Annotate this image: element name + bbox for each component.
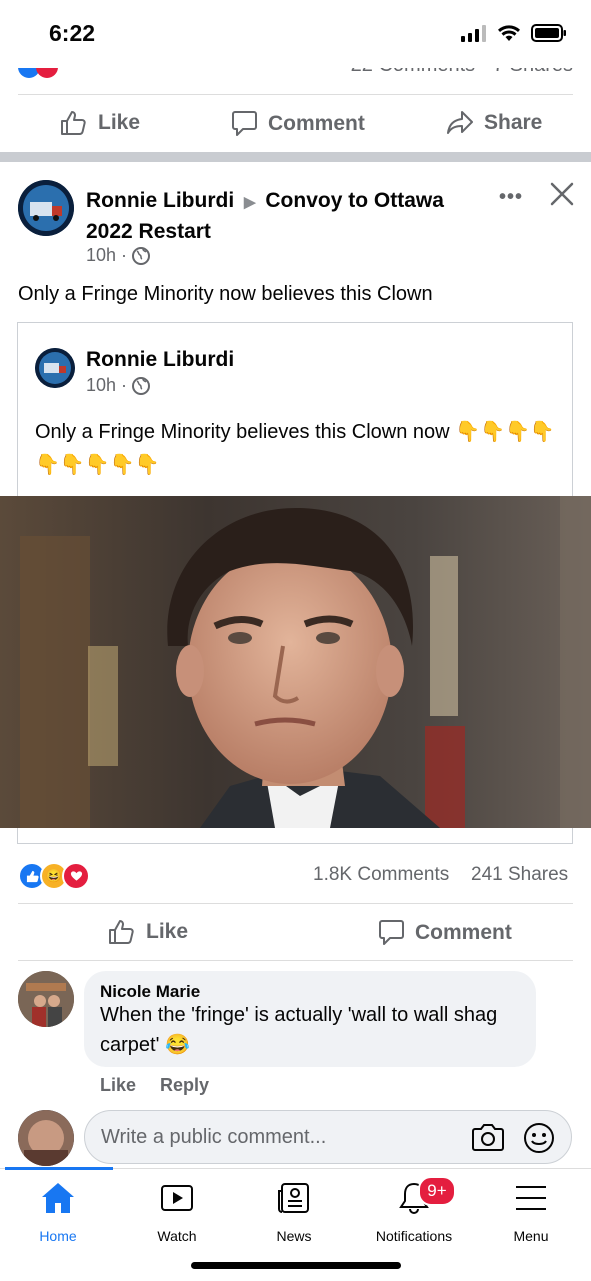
author-avatar[interactable] [18, 180, 74, 236]
share-icon [447, 111, 473, 134]
like-button[interactable]: Like [60, 110, 140, 136]
comment-text: When the 'fringe' is actually 'wall to w… [100, 1004, 498, 1056]
user-avatar[interactable] [18, 1110, 74, 1166]
nav-home[interactable]: Home [30, 1181, 86, 1244]
nav-news[interactable]: News [266, 1181, 322, 1244]
globe-icon [132, 246, 151, 265]
status-time: 6:22 [49, 20, 96, 46]
news-icon [278, 1183, 309, 1213]
share-label: Share [484, 111, 543, 134]
home-icon [42, 1183, 74, 1213]
previous-post-stats: 22 Comments · 7 Shares [0, 68, 591, 92]
post-separator [0, 152, 591, 162]
camera-icon[interactable] [471, 1122, 505, 1152]
share-count[interactable]: 241 Shares [471, 864, 568, 886]
home-indicator [191, 1262, 401, 1269]
comment-button[interactable]: Comment [378, 919, 512, 946]
emoji-icon[interactable] [523, 1122, 555, 1154]
nav-watch[interactable]: Watch [149, 1181, 205, 1244]
nav-menu[interactable]: Menu [503, 1181, 559, 1244]
status-bar: 6:22 [0, 0, 591, 68]
arrow-right-icon: ▶ [244, 194, 256, 211]
like-button[interactable]: Like [108, 919, 188, 945]
shared-author-avatar[interactable] [35, 348, 75, 388]
shared-meta: 10h · [86, 375, 151, 396]
post-photo[interactable] [0, 496, 591, 828]
nav-notifications[interactable]: Notifications 9+ [368, 1176, 460, 1244]
more-options-icon[interactable]: ••• [499, 186, 523, 209]
share-button[interactable]: Share [446, 110, 542, 136]
like-label: Like [98, 111, 141, 134]
post-time[interactable]: 10h · [86, 245, 127, 266]
close-icon[interactable] [548, 180, 576, 213]
commenter-name[interactable]: Nicole Marie [100, 982, 200, 1002]
author-name[interactable]: Ronnie Liburdi [86, 189, 234, 212]
post-meta: 10h · [86, 245, 151, 266]
comment-label: Comment [268, 111, 365, 135]
portrait-photo [0, 496, 591, 828]
shared-time[interactable]: 10h · [86, 375, 127, 396]
thumbs-up-icon [109, 920, 134, 944]
comment-icon [232, 111, 257, 136]
nav-watch-label: Watch [157, 1228, 197, 1244]
status-icons [461, 24, 567, 42]
like-label: Like [146, 920, 189, 943]
notifications-badge: 9+ [418, 1176, 456, 1206]
nav-news-label: News [276, 1228, 312, 1244]
convoy-logo-icon [35, 348, 75, 388]
comment-label: Comment [415, 920, 512, 944]
watch-icon [161, 1185, 193, 1211]
shared-text-block: Only a Fringe Minority believes this Clo… [35, 416, 560, 482]
divider [18, 960, 573, 961]
comment-like-button[interactable]: Like [100, 1075, 136, 1096]
post-title: Ronnie Liburdi ▶ Convoy to Ottawa 2022 R… [86, 186, 486, 246]
battery-icon [531, 24, 566, 42]
nav-home-label: Home [39, 1228, 77, 1244]
divider [18, 94, 573, 95]
previous-reactions [18, 68, 58, 78]
thumbs-up-icon [61, 111, 86, 135]
post-actions: Like Comment [0, 905, 591, 960]
commenter-avatar[interactable] [18, 971, 74, 1027]
comment-button[interactable]: Comment [231, 110, 365, 137]
shared-text: Only a Fringe Minority believes this Clo… [35, 421, 450, 443]
comment-input[interactable]: Write a public comment... [84, 1110, 572, 1164]
love-reaction-icon [62, 862, 90, 890]
nav-notifications-label: Notifications [375, 1228, 453, 1244]
signal-icon [461, 24, 486, 42]
wifi-icon [498, 25, 520, 41]
reaction-icons[interactable]: 😆 [18, 862, 90, 890]
shared-author-name[interactable]: Ronnie Liburdi [86, 345, 234, 374]
comment-reply-button[interactable]: Reply [160, 1075, 209, 1096]
comment-count[interactable]: 1.8K Comments [313, 864, 449, 886]
convoy-logo-icon [18, 180, 74, 236]
active-tab-indicator [5, 1167, 113, 1170]
globe-icon [132, 376, 151, 395]
divider [18, 903, 573, 904]
nav-menu-label: Menu [513, 1228, 549, 1244]
menu-icon [516, 1186, 546, 1210]
commenter-photo [18, 971, 74, 1027]
comment-icon [379, 920, 404, 945]
post-text: Only a Fringe Minority now believes this… [18, 283, 433, 305]
comment-input-placeholder: Write a public comment... [101, 1126, 327, 1148]
previous-counts: 22 Comments · 7 Shares [351, 68, 573, 77]
user-photo [18, 1110, 74, 1166]
previous-post-actions: Like Comment Share [0, 98, 591, 150]
